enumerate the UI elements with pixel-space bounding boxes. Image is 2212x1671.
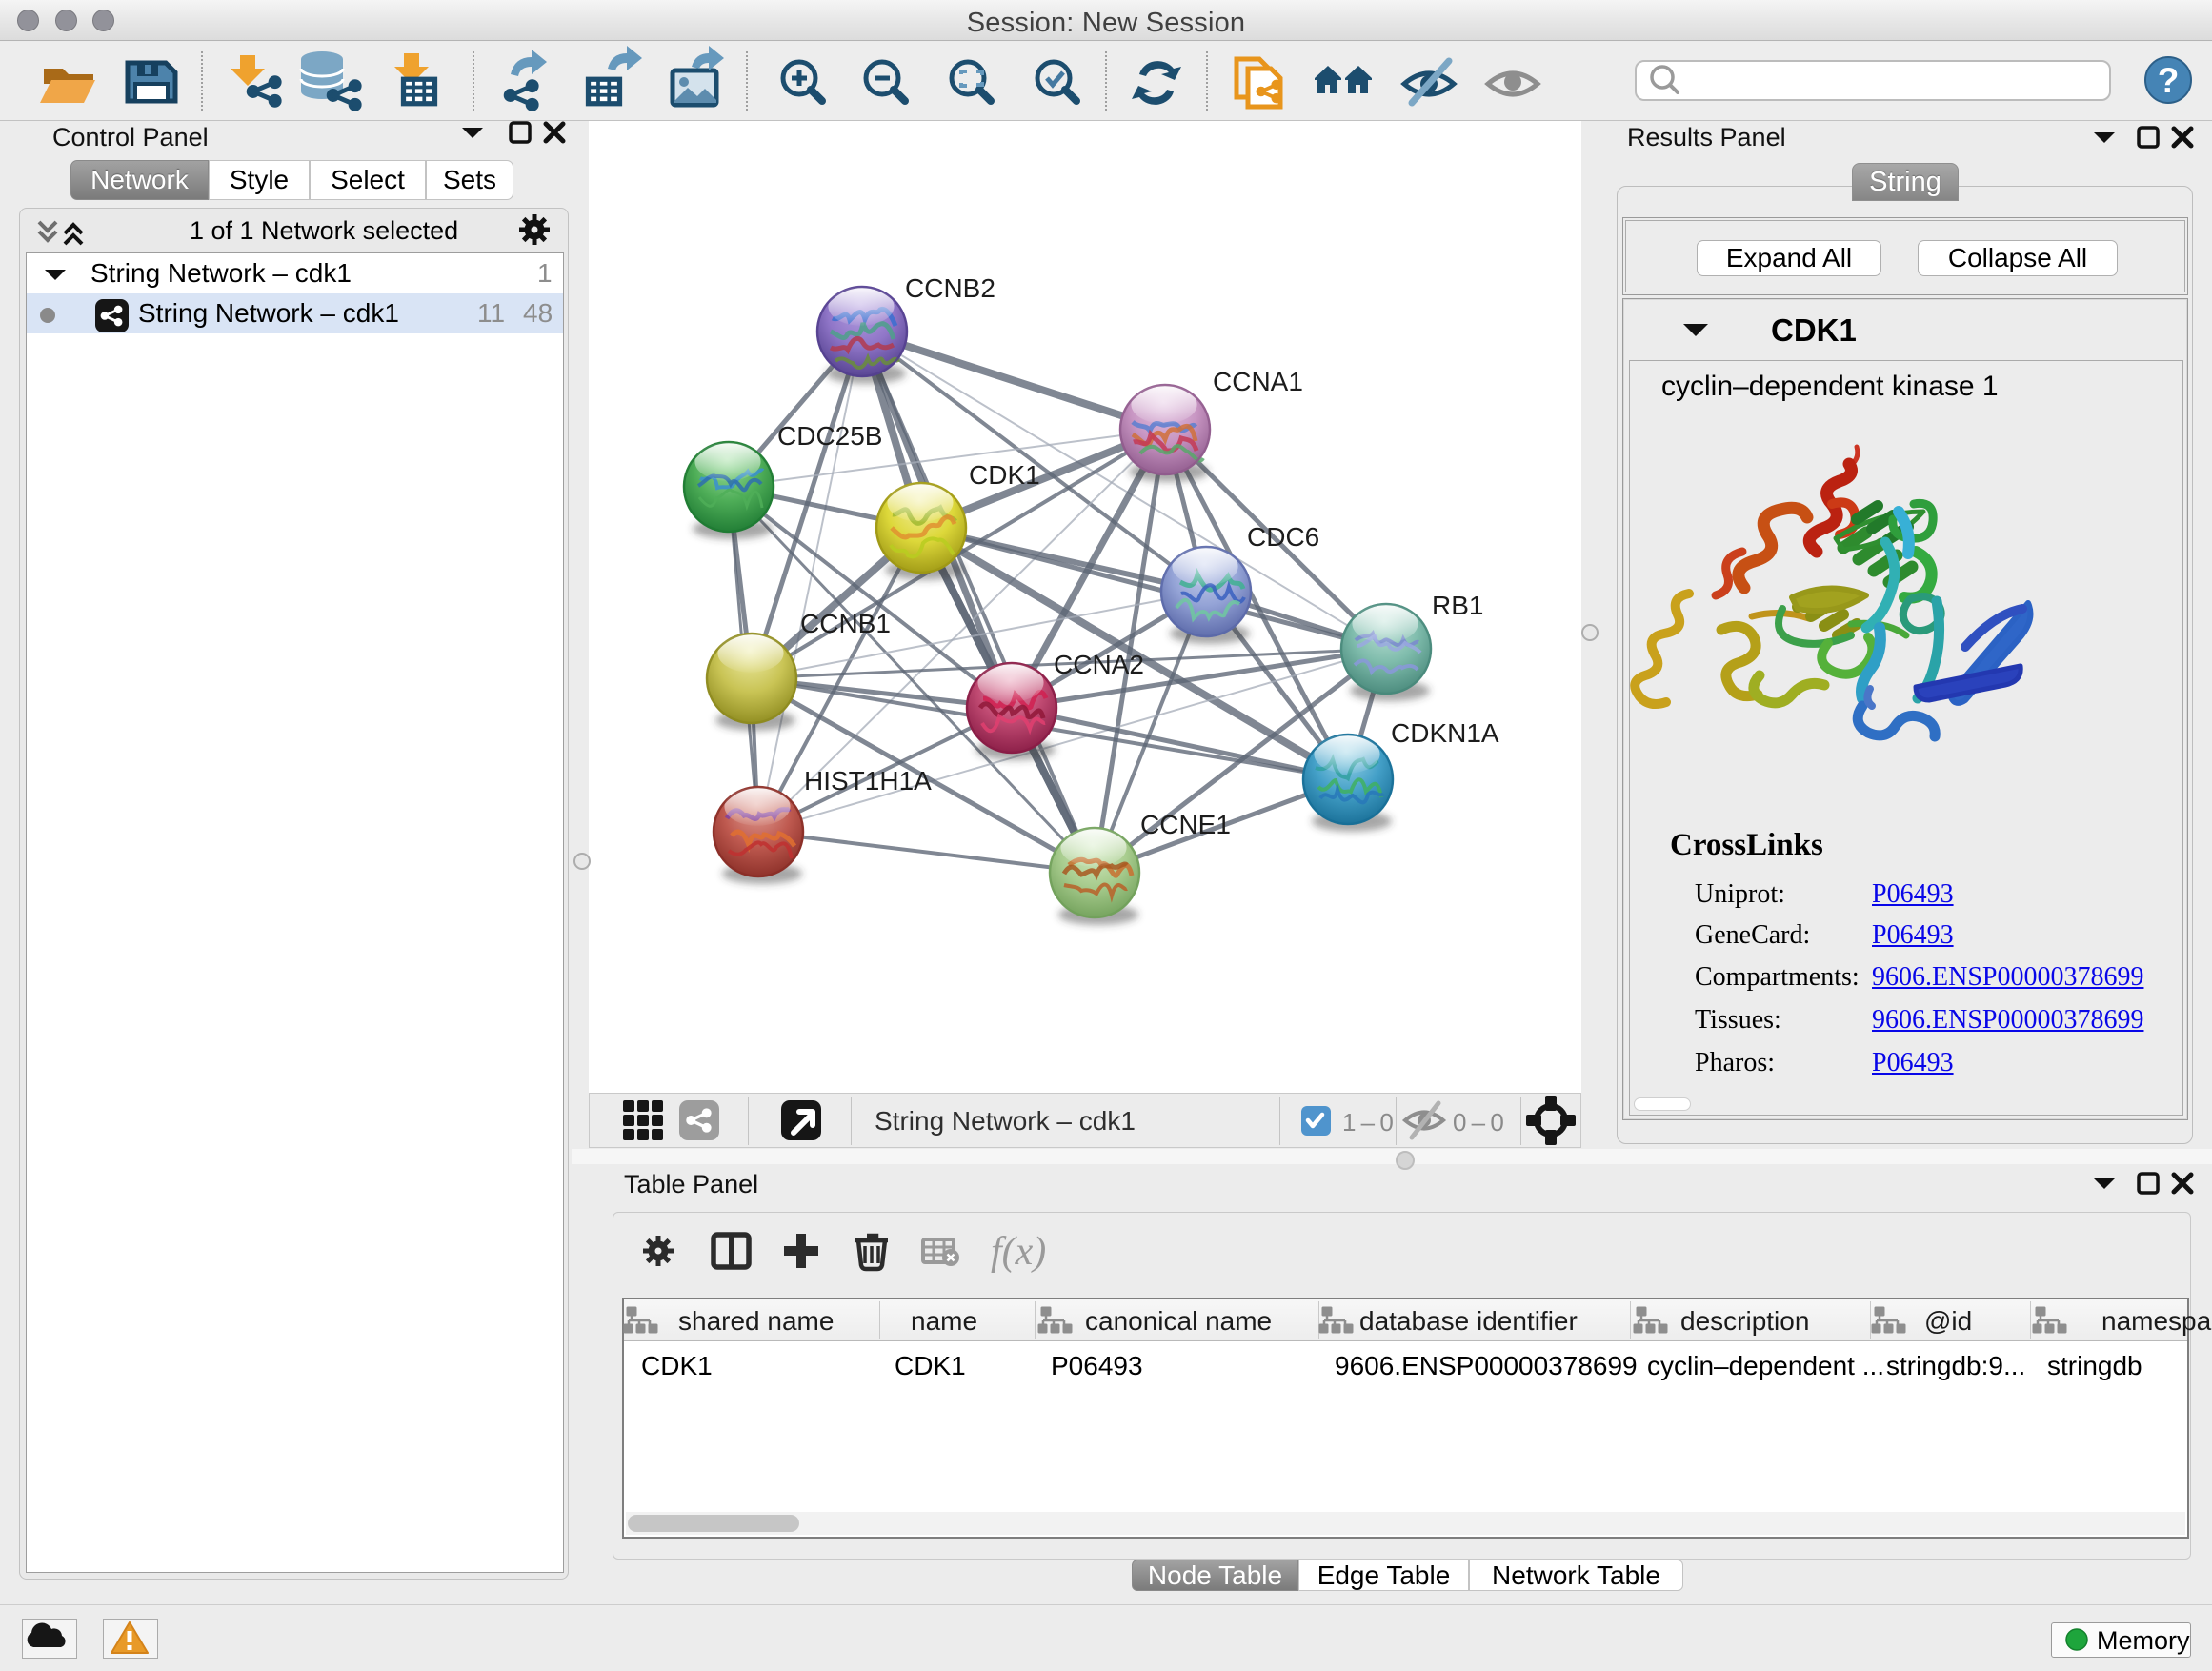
svg-text:?: ? [2158,61,2180,100]
svg-text:CDK1: CDK1 [969,460,1040,490]
svg-text:CCNE1: CCNE1 [1140,810,1231,839]
svg-text:CDC6: CDC6 [1247,522,1319,552]
svg-text:CCNB1: CCNB1 [800,609,891,638]
svg-text:CCNA1: CCNA1 [1213,367,1303,396]
svg-text:CDC25B: CDC25B [777,421,882,451]
svg-text:CCNA2: CCNA2 [1054,650,1144,679]
svg-text:RB1: RB1 [1432,591,1483,620]
svg-text:HIST1H1A: HIST1H1A [804,766,932,795]
svg-text:CCNB2: CCNB2 [905,273,995,303]
svg-text:CDKN1A: CDKN1A [1391,718,1499,748]
